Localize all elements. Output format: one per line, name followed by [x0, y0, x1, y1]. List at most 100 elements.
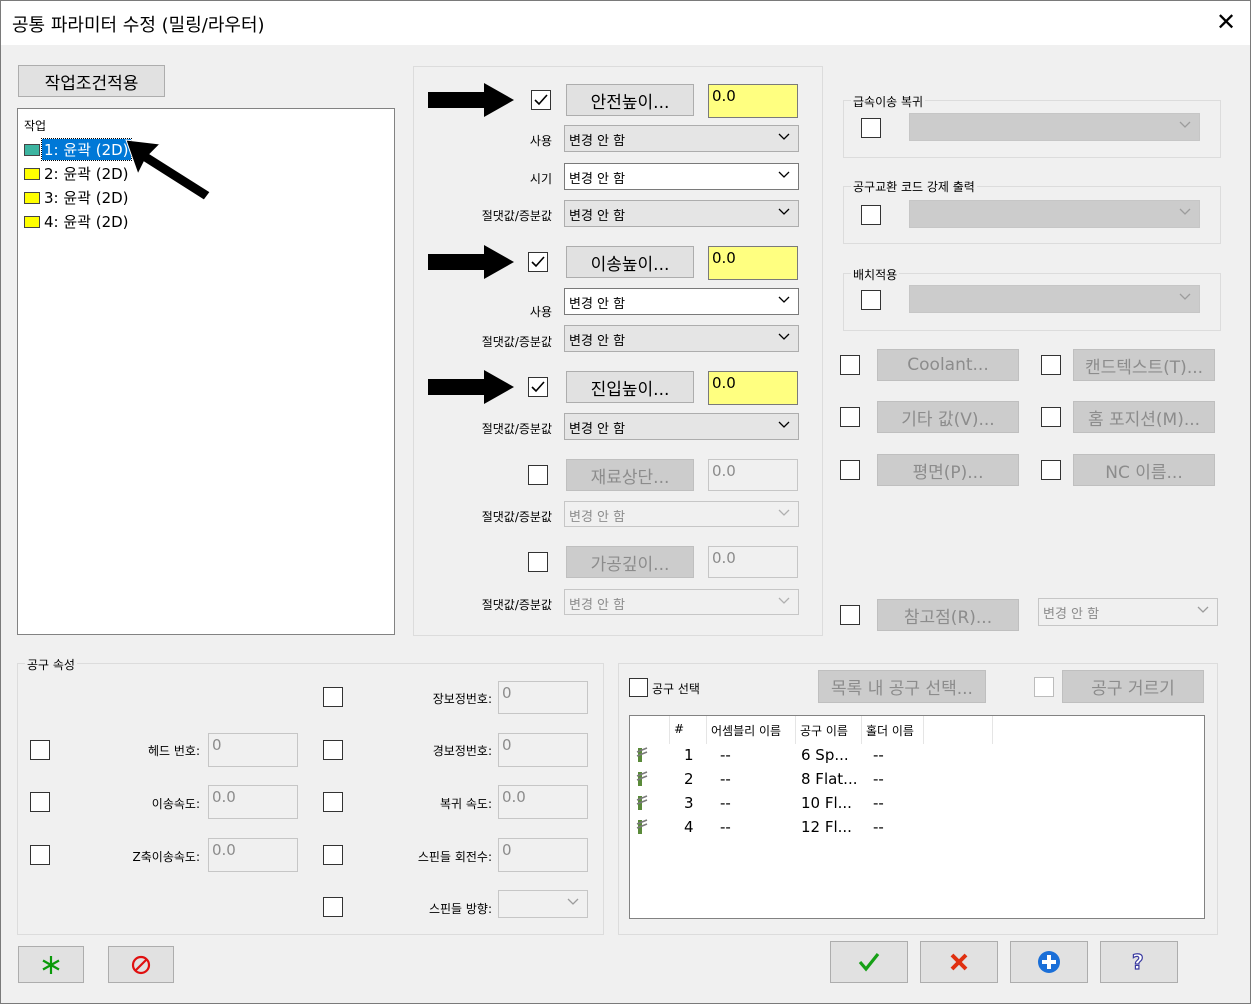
nc-name-button[interactable]: NC 이름...	[1073, 454, 1215, 486]
rapid-return-dropdown[interactable]	[909, 113, 1200, 141]
length-offset-field[interactable]: 0	[498, 681, 588, 714]
close-icon[interactable]: ✕	[1214, 8, 1238, 36]
clearance-button[interactable]: 안전높이...	[566, 84, 694, 116]
cell-num: 2	[684, 770, 694, 788]
ref-point-checkbox[interactable]	[840, 605, 860, 625]
table-row[interactable]: 1 -- 6 Sp... --	[630, 744, 1204, 768]
length-offset-label: 장보정번호:	[432, 692, 492, 706]
retract-value-field[interactable]: 0.0	[708, 246, 798, 280]
apply-button[interactable]	[1010, 941, 1088, 983]
canned-text-button[interactable]: 캔드텍스트(T)...	[1073, 349, 1215, 381]
depth-value-field[interactable]: 0.0	[708, 546, 798, 578]
chevron-down-icon	[778, 208, 790, 215]
dia-offset-label: 경보정번호:	[432, 744, 492, 758]
cell-holder: --	[873, 770, 884, 788]
spindle-speed-field[interactable]: 0	[498, 838, 588, 872]
feed-mode-dropdown[interactable]: 변경 안 함	[564, 413, 799, 440]
dia-offset-field[interactable]: 0	[498, 733, 588, 767]
depth-checkbox[interactable]	[528, 552, 548, 572]
chevron-down-icon	[1179, 121, 1191, 128]
plunge-rate-checkbox[interactable]	[30, 845, 50, 865]
nc-name-checkbox[interactable]	[1041, 460, 1061, 480]
coolant-button[interactable]: Coolant...	[877, 349, 1019, 381]
spindle-speed-checkbox[interactable]	[323, 845, 343, 865]
table-row[interactable]: 4 -- 12 Fl... --	[630, 816, 1204, 840]
tree-item-label: 2: 윤곽 (2D)	[44, 165, 129, 183]
top-of-stock-button[interactable]: 재료상단...	[566, 459, 694, 491]
select-in-list-button[interactable]: 목록 내 공구 선택...	[818, 670, 986, 703]
feed-plane-value-field[interactable]: 0.0	[708, 371, 798, 405]
column-header-holder[interactable]: 홀더 이름	[862, 716, 924, 744]
coolant-checkbox[interactable]	[840, 355, 860, 375]
dia-offset-checkbox[interactable]	[323, 740, 343, 760]
tree-item-label: 4: 윤곽 (2D)	[44, 213, 129, 231]
retract-mode-dropdown[interactable]: 변경 안 함	[564, 325, 799, 352]
column-header-num[interactable]: #	[670, 716, 707, 744]
reset-button[interactable]	[108, 946, 174, 983]
clearance-value-field[interactable]: 0.0	[708, 84, 798, 118]
clearance-mode-label: 절댓값/증분값	[481, 209, 552, 223]
plunge-rate-field[interactable]: 0.0	[208, 838, 298, 872]
length-offset-checkbox[interactable]	[323, 687, 343, 707]
planes-checkbox[interactable]	[840, 460, 860, 480]
tool-change-dropdown[interactable]	[909, 200, 1200, 228]
tool-change-checkbox[interactable]	[861, 205, 881, 225]
tree-item-1[interactable]: 1: 윤곽 (2D)	[24, 138, 132, 161]
tree-item-2[interactable]: 2: 윤곽 (2D)	[24, 163, 131, 184]
spindle-dir-dropdown[interactable]	[498, 890, 588, 918]
misc-values-button[interactable]: 기타 값(V)...	[877, 401, 1019, 433]
table-row[interactable]: 3 -- 10 Fl... --	[630, 792, 1204, 816]
home-position-button[interactable]: 홈 포지션(M)...	[1073, 401, 1215, 433]
tree-item-3[interactable]: 3: 윤곽 (2D)	[24, 187, 131, 208]
cell-holder: --	[873, 746, 884, 764]
retract-use-dropdown[interactable]: 변경 안 함	[564, 288, 799, 315]
feed-rate-field[interactable]: 0.0	[208, 785, 298, 819]
head-number-field[interactable]: 0	[208, 733, 298, 767]
cancel-button[interactable]	[920, 941, 998, 983]
tool-select-checkbox[interactable]	[629, 678, 648, 697]
head-number-checkbox[interactable]	[30, 740, 50, 760]
ok-button[interactable]	[830, 941, 908, 983]
tool-list[interactable]: # 어셈블리 이름 공구 이름 홀더 이름 1 -- 6 Sp... -- 2 …	[629, 715, 1205, 919]
retract-button[interactable]: 이송높이...	[566, 246, 694, 278]
retract-rate-field[interactable]: 0.0	[498, 785, 588, 819]
column-header-extra[interactable]	[980, 716, 993, 744]
batch-apply-dropdown[interactable]	[909, 285, 1200, 313]
dropdown-value: 변경 안 함	[569, 209, 626, 224]
ref-point-dropdown[interactable]: 변경 안 함	[1038, 598, 1218, 626]
depth-button[interactable]: 가공깊이...	[566, 546, 694, 578]
tree-item-4[interactable]: 4: 윤곽 (2D)	[24, 211, 131, 232]
table-row[interactable]: 2 -- 8 Flat... --	[630, 768, 1204, 792]
tool-filter-button[interactable]: 공구 거르기	[1062, 670, 1204, 703]
spindle-dir-checkbox[interactable]	[323, 897, 343, 917]
cell-holder: --	[873, 794, 884, 812]
ref-point-button[interactable]: 참고점(R)...	[877, 599, 1019, 631]
feed-rate-checkbox[interactable]	[30, 792, 50, 812]
planes-button[interactable]: 평면(P)...	[877, 454, 1019, 486]
column-header-assembly[interactable]: 어셈블리 이름	[707, 716, 796, 744]
clearance-use-dropdown[interactable]: 변경 안 함	[564, 125, 799, 152]
canned-text-checkbox[interactable]	[1041, 355, 1061, 375]
top-of-stock-value-field[interactable]: 0.0	[708, 459, 798, 491]
retract-checkbox[interactable]	[528, 252, 548, 272]
clearance-checkbox[interactable]	[531, 90, 551, 110]
top-of-stock-checkbox[interactable]	[528, 465, 548, 485]
cell-assembly: --	[720, 818, 731, 836]
depth-mode-dropdown[interactable]: 변경 안 함	[564, 589, 799, 615]
home-position-checkbox[interactable]	[1041, 407, 1061, 427]
clearance-timing-dropdown[interactable]: 변경 안 함	[564, 163, 799, 190]
help-button[interactable]: ?	[1100, 941, 1178, 983]
apply-conditions-button[interactable]: 작업조건적용	[18, 65, 165, 97]
column-header-tool[interactable]: 공구 이름	[796, 716, 862, 744]
misc-values-checkbox[interactable]	[840, 407, 860, 427]
column-header-icon[interactable]	[630, 716, 670, 744]
feed-plane-button[interactable]: 진입높이...	[566, 371, 694, 403]
batch-apply-checkbox[interactable]	[861, 290, 881, 310]
rapid-return-checkbox[interactable]	[861, 118, 881, 138]
asterisk-button[interactable]	[18, 946, 84, 983]
tool-filter-checkbox[interactable]	[1034, 677, 1054, 697]
clearance-mode-dropdown[interactable]: 변경 안 함	[564, 200, 799, 227]
retract-rate-checkbox[interactable]	[323, 792, 343, 812]
top-mode-dropdown[interactable]: 변경 안 함	[564, 501, 799, 527]
feed-plane-checkbox[interactable]	[528, 377, 548, 397]
